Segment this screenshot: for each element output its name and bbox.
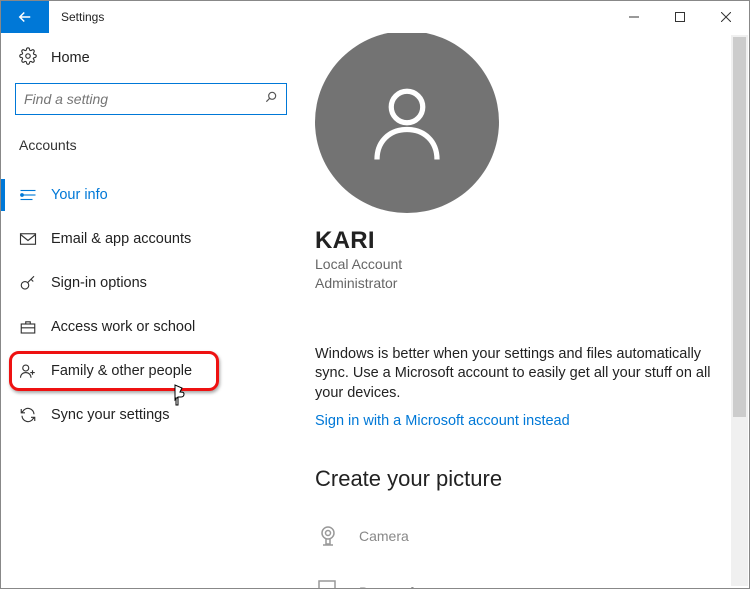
briefcase-icon bbox=[19, 319, 37, 335]
camera-label: Camera bbox=[359, 528, 409, 544]
id-card-icon bbox=[19, 188, 37, 202]
search-icon bbox=[264, 90, 278, 109]
search-input[interactable] bbox=[24, 91, 264, 107]
sidebar-item-sync[interactable]: Sync your settings bbox=[1, 393, 301, 437]
sidebar-category: Accounts bbox=[1, 133, 301, 165]
scrollbar[interactable] bbox=[731, 35, 748, 586]
create-picture-heading: Create your picture bbox=[315, 466, 721, 492]
avatar bbox=[315, 33, 499, 213]
cursor-pointer-icon bbox=[169, 383, 189, 407]
home-label: Home bbox=[51, 50, 90, 66]
camera-option[interactable]: Camera bbox=[315, 514, 721, 558]
gear-icon bbox=[19, 47, 37, 69]
sidebar-item-label: Sync your settings bbox=[51, 407, 169, 423]
sidebar-item-label: Your info bbox=[51, 187, 108, 203]
sign-in-microsoft-link[interactable]: Sign in with a Microsoft account instead bbox=[315, 413, 570, 429]
sync-blurb: Windows is better when your settings and… bbox=[315, 345, 721, 404]
camera-icon bbox=[315, 524, 341, 548]
minimize-button[interactable] bbox=[611, 1, 657, 33]
profile-name: KARI bbox=[315, 227, 721, 255]
sync-icon bbox=[19, 406, 37, 424]
sidebar-item-label: Email & app accounts bbox=[51, 231, 191, 247]
profile-account-type: Local Account bbox=[315, 255, 721, 274]
sidebar-item-your-info[interactable]: Your info bbox=[1, 173, 301, 217]
sidebar-item-label: Access work or school bbox=[51, 319, 195, 335]
browse-icon bbox=[315, 579, 341, 588]
scrollbar-thumb[interactable] bbox=[733, 37, 746, 417]
maximize-button[interactable] bbox=[657, 1, 703, 33]
search-input-wrapper[interactable] bbox=[15, 83, 287, 115]
sidebar-item-work[interactable]: Access work or school bbox=[1, 305, 301, 349]
sidebar-item-label: Sign-in options bbox=[51, 275, 147, 291]
sidebar-item-signin[interactable]: Sign-in options bbox=[1, 261, 301, 305]
browse-option[interactable]: Browse for one bbox=[315, 570, 721, 588]
key-icon bbox=[19, 274, 37, 292]
close-button[interactable] bbox=[703, 1, 749, 33]
mail-icon bbox=[19, 232, 37, 246]
window-title: Settings bbox=[49, 1, 104, 33]
sidebar-item-family[interactable]: Family & other people bbox=[1, 349, 301, 393]
people-icon bbox=[19, 362, 37, 380]
browse-label: Browse for one bbox=[359, 584, 453, 588]
sidebar-item-label: Family & other people bbox=[51, 363, 192, 379]
profile-role: Administrator bbox=[315, 274, 721, 293]
sidebar-item-email[interactable]: Email & app accounts bbox=[1, 217, 301, 261]
back-button[interactable] bbox=[1, 1, 49, 33]
home-button[interactable]: Home bbox=[1, 33, 301, 83]
